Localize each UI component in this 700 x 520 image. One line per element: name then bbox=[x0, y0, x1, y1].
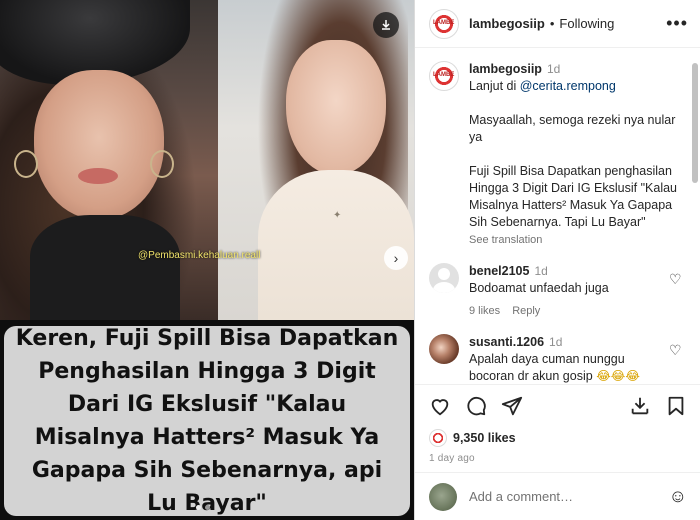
caption: lambegosiip1d Lanjut di @cerita.rempong … bbox=[429, 61, 685, 249]
comment-username[interactable]: susanti.1206 bbox=[469, 335, 544, 349]
carousel-next-button[interactable]: › bbox=[384, 246, 408, 270]
comment-item: susanti.1206 1d Apalah daya cuman nunggu … bbox=[429, 334, 685, 384]
download-icon bbox=[382, 20, 390, 30]
add-comment-bar: ☺ bbox=[415, 472, 700, 520]
photo-top bbox=[258, 170, 414, 320]
comment-like-heart-icon[interactable]: ♡ bbox=[669, 271, 685, 288]
carousel-dot bbox=[205, 505, 210, 510]
current-user-avatar bbox=[429, 482, 457, 511]
photo-lips bbox=[78, 168, 118, 184]
comment-reply-button[interactable]: Reply bbox=[512, 305, 540, 317]
scrollbar-thumb[interactable] bbox=[692, 63, 698, 183]
add-comment-input[interactable] bbox=[469, 489, 669, 504]
liker-avatar bbox=[429, 429, 447, 447]
clothing-logo-icon: ✦ bbox=[333, 210, 342, 221]
see-translation-link[interactable]: See translation bbox=[469, 232, 685, 249]
caption-para2: Masyaallah, semoga rezeki nya nular ya bbox=[469, 113, 676, 144]
carousel-dot-active bbox=[196, 505, 201, 510]
emoji-picker-icon[interactable]: ☺ bbox=[669, 486, 687, 507]
caption-para3: Fuji Spill Bisa Dapatkan penghasilan Hin… bbox=[469, 164, 677, 229]
comment-body: susanti.1206 1d Apalah daya cuman nunggu … bbox=[469, 334, 669, 384]
post-sidebar: lambegosiip • Following ••• lambegosiip 1… bbox=[414, 0, 700, 520]
photo-face bbox=[34, 70, 164, 220]
chevron-right-icon: › bbox=[393, 250, 399, 266]
comment-likes[interactable]: 9 likes bbox=[469, 305, 500, 317]
save-bookmark-icon[interactable] bbox=[665, 395, 687, 422]
comment-text: Bodoamat unfaedah juga bbox=[469, 281, 609, 295]
header-separator: • bbox=[549, 16, 555, 31]
commenter-avatar[interactable] bbox=[429, 263, 459, 293]
author-avatar[interactable] bbox=[429, 8, 459, 39]
photo-left bbox=[0, 0, 218, 320]
headline-text: Keren, Fuji Spill Bisa Dapatkan Penghasi… bbox=[15, 326, 399, 516]
post-header: lambegosiip • Following ••• bbox=[415, 0, 700, 48]
comment-username[interactable]: benel2105 bbox=[469, 264, 529, 278]
photo-earring-right bbox=[150, 150, 174, 178]
comment-body: benel2105 1d Bodoamat unfaedah juga 9 lik… bbox=[469, 263, 669, 320]
caption-avatar[interactable] bbox=[429, 61, 459, 91]
laughing-emoji-icon: 😂😂😂 bbox=[596, 369, 641, 383]
more-options-icon[interactable]: ••• bbox=[666, 13, 688, 34]
author-username[interactable]: lambegosiip bbox=[469, 16, 545, 31]
likes-row[interactable]: 9,350 likes bbox=[429, 429, 687, 447]
carousel-dots bbox=[196, 505, 210, 510]
caption-line1: Lanjut di bbox=[469, 79, 520, 93]
comment-time: 1d bbox=[534, 264, 548, 278]
comments-scroll-area[interactable]: lambegosiip1d Lanjut di @cerita.rempong … bbox=[415, 49, 700, 384]
comment-item: benel2105 1d Bodoamat unfaedah juga 9 lik… bbox=[429, 263, 685, 320]
comment-bubble-icon[interactable] bbox=[465, 395, 487, 422]
comment-like-heart-icon[interactable]: ♡ bbox=[669, 342, 685, 359]
download-button[interactable] bbox=[373, 12, 399, 38]
comments-scrollbar[interactable] bbox=[692, 53, 698, 383]
post-actions: 9,350 likes 1 day ago bbox=[415, 384, 700, 464]
download-bookmark-icon[interactable] bbox=[629, 395, 651, 422]
post-timestamp: 1 day ago bbox=[429, 453, 475, 464]
photo-turtleneck bbox=[30, 215, 180, 320]
share-plane-icon[interactable] bbox=[501, 395, 523, 422]
caption-body: lambegosiip 1d Lanjut di @cerita.rempong … bbox=[469, 61, 685, 249]
likes-count[interactable]: 9,350 likes bbox=[453, 431, 516, 445]
commenter-avatar[interactable] bbox=[429, 334, 459, 364]
post-media[interactable]: ✦ @Pembasmi.kehaluan.reall › Keren, Fuji… bbox=[0, 0, 414, 520]
comment-time: 1d bbox=[549, 335, 563, 349]
following-button[interactable]: Following bbox=[559, 16, 614, 31]
media-watermark: @Pembasmi.kehaluan.reall bbox=[138, 250, 261, 261]
photo-right: ✦ bbox=[218, 0, 414, 320]
headline-card: Keren, Fuji Spill Bisa Dapatkan Penghasi… bbox=[4, 326, 410, 516]
action-bar bbox=[429, 395, 687, 421]
photo-earring-left bbox=[14, 150, 38, 178]
caption-username[interactable]: lambegosiip bbox=[469, 62, 542, 76]
photo-face bbox=[286, 40, 386, 175]
caption-time: 1d bbox=[546, 62, 561, 76]
caption-mention-link[interactable]: @cerita.rempong bbox=[520, 79, 616, 93]
like-heart-icon[interactable] bbox=[429, 395, 451, 422]
